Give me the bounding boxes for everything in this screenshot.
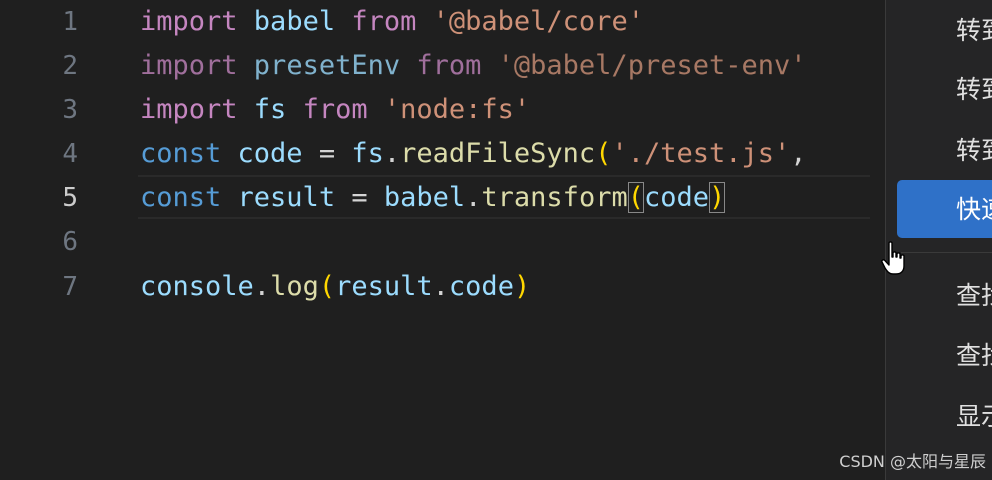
token-punctuation: . (465, 182, 482, 213)
token-keyword: const (140, 138, 222, 169)
token-string: 'node:fs' (367, 94, 531, 125)
menu-item-go-to-2[interactable]: 转到 (956, 70, 992, 110)
token-identifier: code (448, 271, 514, 302)
token-punctuation: . (253, 271, 271, 302)
token-bracket-matched: ( (627, 182, 644, 213)
token-keyword: import (140, 6, 238, 37)
token-function: readFileSync (400, 138, 596, 169)
code-text[interactable]: import presetEnv from '@babel/preset-env… (140, 44, 807, 88)
menu-separator (901, 252, 992, 253)
watermark: CSDN @太阳与星辰 (839, 452, 986, 471)
token-keyword: from (351, 6, 417, 37)
token-operator: = (302, 138, 352, 169)
token-keyword: const (140, 182, 222, 213)
token-function: log (270, 271, 319, 302)
token-function: transform (481, 182, 628, 213)
token-punctuation: , (790, 138, 807, 169)
menu-item-show[interactable]: 显示 (956, 397, 992, 437)
token-punctuation: . (432, 271, 449, 302)
line-number: 5 (62, 183, 78, 213)
line-number: 6 (62, 227, 78, 257)
code-text[interactable]: const code = fs.readFileSync('./test.js'… (140, 132, 807, 176)
line-number: 4 (62, 139, 78, 169)
token-identifier: result (335, 271, 433, 302)
token-string: '@babel/core' (416, 6, 644, 37)
code-line-3[interactable]: 3 import fs from 'node:fs' (0, 88, 885, 132)
token-identifier: code (643, 182, 710, 213)
line-number: 1 (62, 7, 78, 37)
token-identifier: result (221, 182, 336, 213)
token-punctuation: . (383, 138, 401, 169)
token-bracket: ( (595, 138, 612, 169)
token-bracket: ) (513, 271, 531, 302)
code-line-2[interactable]: 2 import presetEnv from '@babel/preset-e… (0, 44, 885, 88)
token-identifier: babel (383, 182, 466, 213)
code-line-7[interactable]: 7 console.log(result.code) (0, 265, 885, 309)
menu-item-go-to-3[interactable]: 转到 (956, 131, 992, 171)
token-keyword: import (140, 50, 238, 81)
code-editor[interactable]: 1 import babel from '@babel/core' 2 impo… (0, 0, 885, 480)
code-text[interactable]: const result = babel.transform(code) (140, 176, 726, 220)
code-line-6[interactable]: 6 (0, 220, 885, 264)
token-string: './test.js' (611, 138, 791, 169)
token-bracket: ( (318, 271, 336, 302)
token-identifier: babel (237, 6, 352, 37)
code-text[interactable]: import fs from 'node:fs' (140, 88, 530, 132)
token-identifier: presetEnv (237, 50, 417, 81)
hand-pointer-icon (881, 241, 905, 275)
code-line-1[interactable]: 1 import babel from '@babel/core' (0, 0, 885, 44)
code-text[interactable]: console.log(result.code) (140, 265, 530, 309)
code-line-5[interactable]: 5 const result = babel.transform(code) (0, 176, 885, 220)
code-line-4[interactable]: 4 const code = fs.readFileSync('./test.j… (0, 132, 885, 176)
line-number: 7 (62, 272, 78, 302)
menu-item-go-to-1[interactable]: 转到 (956, 11, 992, 51)
token-identifier: console (140, 271, 254, 302)
token-keyword: import (140, 94, 238, 125)
line-number: 2 (62, 51, 78, 81)
token-string: '@babel/preset-env' (481, 50, 807, 81)
token-identifier: fs (237, 94, 303, 125)
line-number: 3 (62, 95, 78, 125)
token-identifier: fs (351, 138, 384, 169)
token-operator: = (335, 182, 384, 213)
token-keyword: from (416, 50, 482, 81)
menu-item-quick-fix[interactable]: 快速 (956, 190, 992, 230)
token-bracket-matched: ) (709, 182, 726, 213)
token-keyword: from (302, 94, 368, 125)
code-text[interactable]: import babel from '@babel/core' (140, 0, 644, 44)
menu-item-find-1[interactable]: 查找 (956, 276, 992, 316)
token-identifier: code (221, 138, 303, 169)
menu-item-find-2[interactable]: 查找 (956, 336, 992, 376)
